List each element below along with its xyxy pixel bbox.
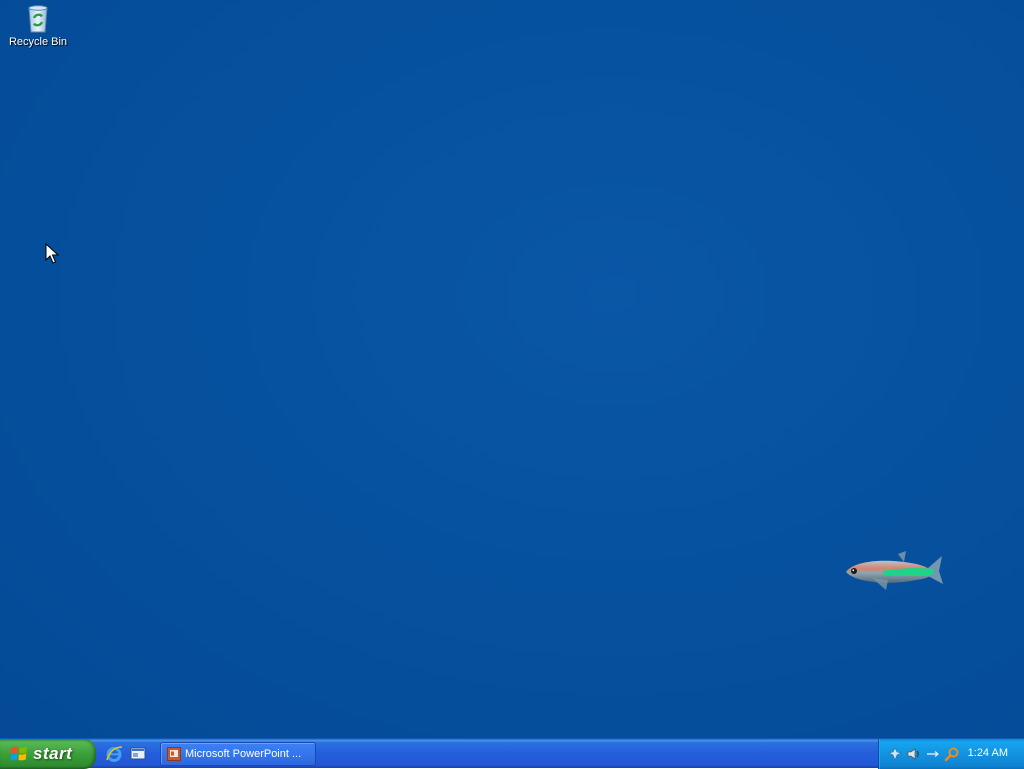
volume-icon[interactable]	[906, 746, 922, 762]
tray-arrow-icon[interactable]	[925, 746, 941, 762]
taskbar: start Microsoft PowerPoint ... 1:24 AM	[0, 738, 1024, 769]
system-tray: 1:24 AM	[878, 739, 1024, 769]
desktop-icon-recycle-bin[interactable]: Recycle Bin	[6, 2, 70, 48]
internet-explorer-icon	[106, 746, 123, 762]
desktop[interactable]: Recycle Bin	[0, 0, 1024, 738]
clock[interactable]: 1:24 AM	[968, 747, 1008, 759]
network-icon[interactable]	[887, 746, 903, 762]
desktop-icon-label: Recycle Bin	[8, 36, 68, 48]
quick-launch-show-desktop[interactable]	[128, 744, 148, 764]
search-icon[interactable]	[944, 746, 960, 762]
windows-logo-icon	[10, 746, 27, 761]
start-button[interactable]: start	[0, 739, 96, 769]
quick-launch-bar	[104, 739, 148, 769]
task-button-label: Microsoft PowerPoint ...	[185, 748, 302, 760]
recycle-bin-icon	[28, 5, 48, 33]
show-desktop-icon	[130, 747, 146, 760]
mouse-cursor-icon	[45, 243, 59, 264]
task-button-powerpoint[interactable]: Microsoft PowerPoint ...	[160, 742, 316, 766]
task-buttons: Microsoft PowerPoint ...	[160, 742, 316, 766]
powerpoint-icon	[167, 747, 181, 761]
quick-launch-internet-explorer[interactable]	[104, 744, 124, 764]
start-label: start	[33, 744, 73, 763]
fish-icon	[846, 551, 943, 590]
